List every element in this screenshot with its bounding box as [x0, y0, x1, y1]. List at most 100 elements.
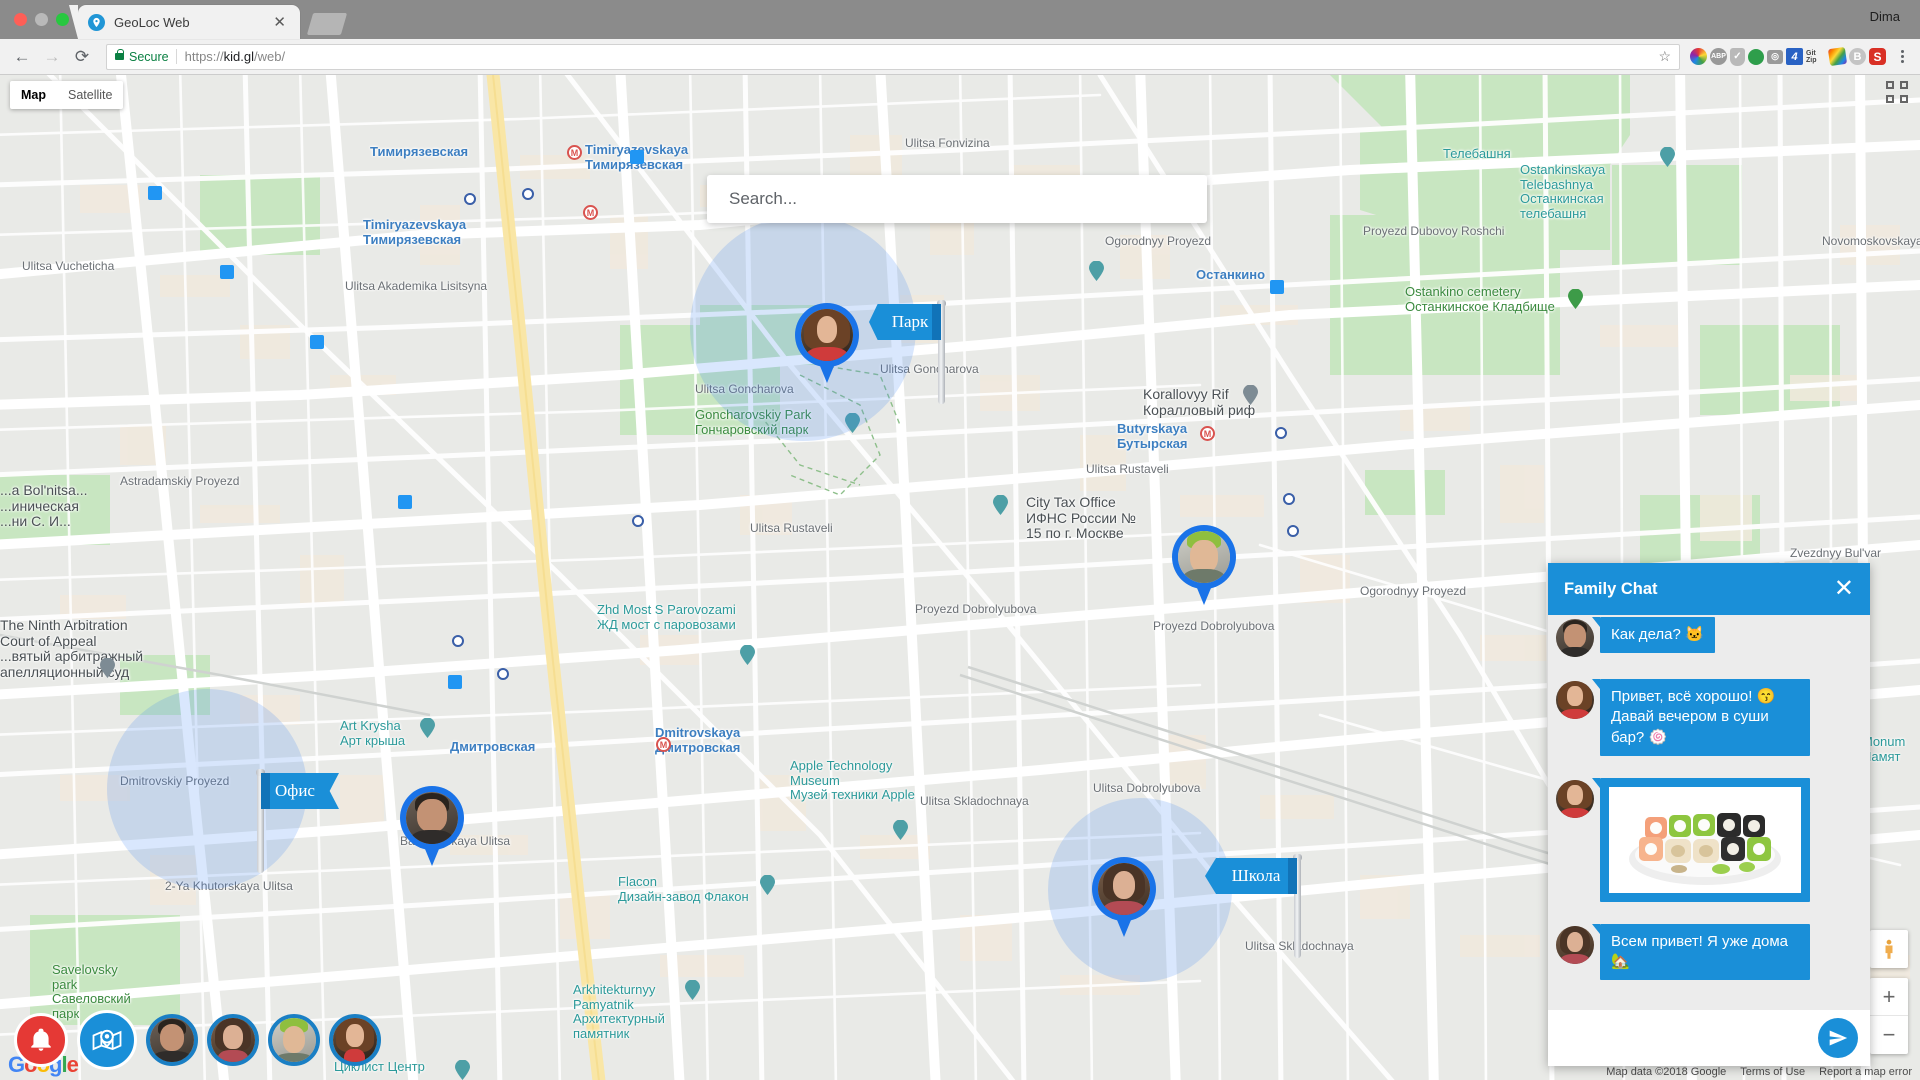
profile-name[interactable]: Dima: [1870, 9, 1900, 24]
place-flag-office[interactable]: Офис: [256, 769, 347, 873]
search-box[interactable]: [707, 175, 1207, 223]
rail-station-icon-7[interactable]: [1270, 280, 1284, 294]
letter-b-extension-icon[interactable]: B: [1849, 48, 1866, 65]
bus-stop-icon-7[interactable]: [632, 515, 644, 527]
rail-station-icon-4[interactable]: [398, 495, 412, 509]
face-girl-long-hair: [1556, 925, 1594, 964]
user-location-pin-office[interactable]: [400, 786, 464, 868]
search-input[interactable]: [729, 189, 1185, 209]
report-map-error-link[interactable]: Report a map error: [1819, 1066, 1912, 1078]
panic-alarm-button[interactable]: [14, 1013, 68, 1067]
zoom-in-button[interactable]: +: [1870, 978, 1908, 1016]
user-location-pin-park[interactable]: [795, 303, 859, 385]
bookmark-star-icon[interactable]: ☆: [1658, 48, 1671, 65]
red-s-extension-icon[interactable]: S: [1869, 48, 1886, 65]
metro-icon-timiryazevskaya-2[interactable]: M: [567, 145, 582, 160]
chrome-menu-icon[interactable]: [1892, 50, 1912, 63]
chat-message-bubble: Привет, всё хорошо! 😙 Давай вечером в су…: [1592, 679, 1810, 756]
chat-message-list[interactable]: Как дела? 🐱 Привет, всё хорошо! 😙 Давай в…: [1548, 615, 1870, 1010]
metro-icon-timiryazevskaya-1[interactable]: M: [583, 205, 598, 220]
rail-station-icon-5[interactable]: [448, 675, 462, 689]
map-pin-fold-icon: [92, 1029, 122, 1051]
tab-close-icon[interactable]: ✕: [269, 13, 290, 32]
camera-extension-icon[interactable]: ◎: [1767, 49, 1783, 64]
chat-message: Привет, всё хорошо! 😙 Давай вечером в су…: [1548, 679, 1870, 756]
color-wheel-extension-icon[interactable]: [1690, 48, 1707, 65]
avatar-user-1[interactable]: [146, 1014, 198, 1066]
tab-title: GeoLoc Web: [114, 14, 190, 30]
place-flag-park[interactable]: Парк: [861, 300, 946, 404]
bus-stop-icon-1[interactable]: [464, 193, 476, 205]
map-type-map-button[interactable]: Map: [10, 81, 57, 109]
chat-message-bubble: Всем привет! Я уже дома 🏡: [1592, 923, 1810, 981]
zoom-out-button[interactable]: −: [1870, 1016, 1908, 1054]
chat-message: Как дела? 🐱: [1548, 617, 1870, 657]
bus-stop-icon-9[interactable]: [497, 668, 509, 680]
maximize-window-button[interactable]: [56, 13, 69, 26]
rainbow-extension-icon[interactable]: [1827, 46, 1848, 67]
chat-close-icon[interactable]: ✕: [1834, 577, 1854, 601]
close-window-button[interactable]: [14, 13, 27, 26]
new-tab-button[interactable]: [306, 13, 348, 35]
url-scheme: https://: [184, 49, 224, 64]
user-location-pin-school[interactable]: [1092, 857, 1156, 939]
place-flag-school[interactable]: Школа: [1197, 854, 1302, 958]
blue-four-extension-icon[interactable]: 4: [1786, 48, 1803, 65]
bus-stop-icon-8[interactable]: [452, 635, 464, 647]
family-chat-panel: Family Chat ✕ Как дела? 🐱 Привет, всё хор…: [1548, 563, 1870, 1066]
face-teen-green-hair: [272, 1018, 316, 1062]
browser-tab[interactable]: GeoLoc Web ✕: [69, 5, 300, 39]
bus-stop-icon-4[interactable]: [1275, 427, 1287, 439]
browser-titlebar: GeoLoc Web ✕ Dima: [0, 0, 1920, 39]
rail-station-icon-3[interactable]: [310, 335, 324, 349]
avatar-user-4[interactable]: [329, 1014, 381, 1066]
map-data-text: Map data ©2018 Google: [1606, 1066, 1727, 1078]
metro-icon-butyrskaya[interactable]: M: [1200, 426, 1215, 441]
metro-icon-dmitrovskaya[interactable]: M: [656, 737, 671, 752]
send-paper-plane-icon[interactable]: [1818, 1018, 1858, 1058]
face-woman-brown-hair: [1556, 681, 1594, 719]
bus-stop-icon-5[interactable]: [1283, 493, 1295, 505]
chat-message-avatar[interactable]: [1556, 925, 1594, 964]
chat-message-avatar[interactable]: [1556, 681, 1594, 719]
git-zip-extension-icon[interactable]: Git Zip: [1806, 47, 1826, 67]
map-type-satellite-button[interactable]: Satellite: [57, 81, 123, 109]
back-icon[interactable]: ←: [8, 43, 36, 71]
adblock-plus-extension-icon[interactable]: ABP: [1710, 48, 1727, 65]
green-dot-extension-icon[interactable]: [1748, 48, 1764, 65]
user-location-pin-teen[interactable]: [1172, 525, 1236, 607]
chat-message-bubble: Как дела? 🐱: [1592, 617, 1715, 654]
fullscreen-icon[interactable]: [1886, 81, 1908, 103]
face-man-beard: [406, 792, 458, 844]
address-bar[interactable]: Secure https://kid.gl/web/ ☆: [106, 43, 1680, 70]
face-woman-brown-hair: [801, 309, 853, 361]
window-traffic-lights: [14, 13, 69, 26]
chat-title: Family Chat: [1564, 579, 1658, 598]
rail-station-icon-6[interactable]: [630, 150, 644, 164]
places-map-button[interactable]: [77, 1010, 137, 1070]
reload-icon[interactable]: ⟳: [68, 43, 96, 71]
avatar-user-3[interactable]: [268, 1014, 320, 1066]
minimize-window-button[interactable]: [35, 13, 48, 26]
bus-stop-icon-6[interactable]: [1287, 525, 1299, 537]
browser-toolbar: ← → ⟳ Secure https://kid.gl/web/ ☆ ABP ✓…: [0, 39, 1920, 75]
face-woman-brown-hair: [1556, 779, 1594, 818]
street-view-pegman-icon[interactable]: [1870, 930, 1908, 968]
shield-extension-icon[interactable]: ✓: [1730, 47, 1745, 66]
face-man-beard: [150, 1018, 194, 1062]
map-type-control: Map Satellite: [10, 81, 124, 109]
chat-message-avatar[interactable]: [1556, 619, 1594, 657]
map-viewport[interactable]: ТимирязевскаяTimiryazevskaya Тимирязевск…: [0, 75, 1920, 1080]
bus-stop-icon-2[interactable]: [522, 188, 534, 200]
rail-station-icon-2[interactable]: [220, 265, 234, 279]
rail-station-icon-1[interactable]: [148, 186, 162, 200]
chat-header: Family Chat ✕: [1548, 563, 1870, 615]
map-attribution: Map data ©2018 Google Terms of Use Repor…: [1606, 1066, 1912, 1078]
lock-icon: [115, 49, 124, 60]
chat-message-input[interactable]: [1560, 1030, 1818, 1046]
face-woman-brown-hair: [333, 1018, 377, 1062]
forward-icon[interactable]: →: [38, 43, 66, 71]
chat-message-avatar[interactable]: [1556, 779, 1594, 818]
terms-of-use-link[interactable]: Terms of Use: [1740, 1066, 1805, 1078]
avatar-user-2[interactable]: [207, 1014, 259, 1066]
